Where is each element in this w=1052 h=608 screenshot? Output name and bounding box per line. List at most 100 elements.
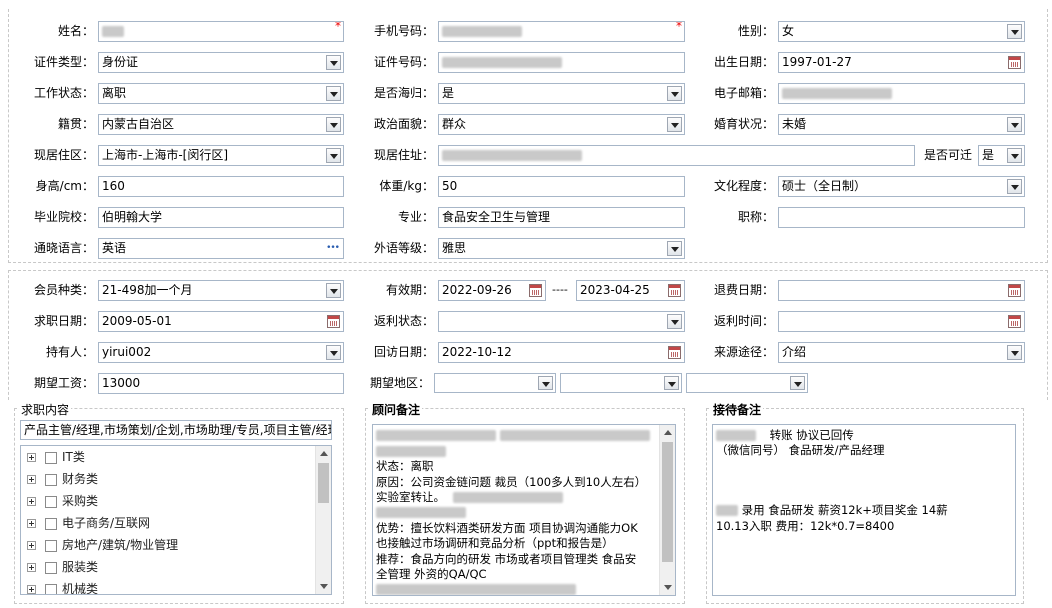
scroll-up-icon[interactable] [660, 425, 675, 440]
blurred-line [453, 490, 563, 506]
chevron-down-icon[interactable] [326, 86, 341, 101]
residence-select[interactable]: 上海市-上海市-[闵行区] [98, 145, 344, 166]
chevron-down-icon[interactable] [664, 376, 679, 390]
checkbox[interactable] [45, 561, 57, 574]
address-field[interactable] [438, 145, 915, 166]
checkbox[interactable] [45, 451, 57, 464]
scroll-down-icon[interactable] [316, 579, 331, 594]
scroll-thumb[interactable] [318, 463, 329, 503]
marital-select[interactable]: 未婚 [778, 114, 1025, 135]
job-category-tree[interactable]: IT类 财务类 采购类 电子商务/互联网 房地产/建筑/物业管理 服装类 机械类 [20, 445, 332, 595]
chevron-down-icon[interactable] [326, 283, 341, 298]
id-number-field[interactable] [438, 52, 685, 73]
holder-select[interactable]: yirui002 [98, 342, 344, 363]
checkbox[interactable] [45, 583, 57, 594]
relocate-select[interactable]: 是 [978, 145, 1025, 166]
rebate-time-label: 返利时间： [713, 314, 774, 328]
chevron-down-icon[interactable] [1007, 117, 1022, 132]
education-select[interactable]: 硕士（全日制） [778, 176, 1025, 197]
scroll-down-icon[interactable] [660, 580, 675, 595]
email-field[interactable] [778, 83, 1025, 104]
calendar-icon[interactable] [529, 284, 542, 297]
chevron-down-icon[interactable] [1007, 24, 1022, 39]
expand-icon[interactable] [27, 563, 36, 572]
salary-field[interactable]: 13000 [98, 373, 344, 394]
chevron-down-icon[interactable] [667, 241, 682, 256]
chevron-down-icon[interactable] [326, 117, 341, 132]
tree-item[interactable]: 房地产/建筑/物业管理 [27, 534, 178, 556]
chevron-down-icon[interactable] [667, 117, 682, 132]
calendar-icon[interactable] [668, 346, 681, 359]
tree-item[interactable]: 服装类 [27, 556, 98, 578]
advisor-note-textarea[interactable]: 状态：离职 原因：公司资金链问题 裁员（100多人到10人左右） 实验室转让。 … [372, 424, 676, 596]
checkbox[interactable] [45, 495, 57, 508]
scrollbar[interactable] [659, 425, 675, 595]
chevron-down-icon[interactable] [1007, 345, 1022, 360]
reception-note-textarea[interactable]: 转账 协议已回传 （微信同号） 食品研发/产品经理 录用 食品研发 薪资12k+… [712, 424, 1016, 596]
expand-icon[interactable] [27, 497, 36, 506]
major-field[interactable]: 食品安全卫生与管理 [438, 207, 685, 228]
politics-select[interactable]: 群众 [438, 114, 685, 135]
valid-to-field[interactable]: 2023-04-25 [576, 280, 685, 301]
calendar-icon[interactable] [1008, 315, 1021, 328]
region-district-select[interactable] [686, 373, 808, 393]
region-province-select[interactable] [434, 373, 556, 393]
foreign-level-select[interactable]: 雅思 [438, 238, 685, 259]
tree-item[interactable]: 财务类 [27, 468, 98, 490]
native-place-select[interactable]: 内蒙古自治区 [98, 114, 344, 135]
id-number-label: 证件号码： [373, 55, 434, 69]
chevron-down-icon[interactable] [667, 86, 682, 101]
calendar-icon[interactable] [668, 284, 681, 297]
chevron-down-icon[interactable] [326, 55, 341, 70]
member-type-select[interactable]: 21-498加一个月 [98, 280, 344, 301]
scrollbar[interactable] [315, 446, 331, 594]
checkbox[interactable] [45, 517, 57, 530]
expand-icon[interactable] [27, 585, 36, 594]
scroll-thumb[interactable] [662, 442, 673, 562]
checkbox[interactable] [45, 473, 57, 486]
rebate-status-select[interactable] [438, 311, 685, 332]
rebate-time-field[interactable] [778, 311, 1025, 332]
name-field[interactable]: * [98, 21, 344, 42]
chevron-down-icon[interactable] [1007, 179, 1022, 194]
checkbox[interactable] [45, 539, 57, 552]
chevron-down-icon[interactable] [326, 345, 341, 360]
id-type-select[interactable]: 身份证 [98, 52, 344, 73]
expand-icon[interactable] [27, 519, 36, 528]
tree-item[interactable]: 机械类 [27, 578, 98, 594]
refund-date-field[interactable] [778, 280, 1025, 301]
school-field[interactable]: 伯明翰大学 [98, 207, 344, 228]
calendar-icon[interactable] [1008, 284, 1021, 297]
mobile-field[interactable]: * [438, 21, 685, 42]
chevron-down-icon[interactable] [326, 148, 341, 163]
calendar-icon[interactable] [327, 315, 340, 328]
expand-icon[interactable] [27, 453, 36, 462]
gender-select[interactable]: 女 [778, 21, 1025, 42]
region-city-select[interactable] [560, 373, 682, 393]
height-field[interactable]: 160 [98, 176, 344, 197]
chevron-down-icon[interactable] [1007, 148, 1022, 163]
valid-from-field[interactable]: 2022-09-26 [438, 280, 546, 301]
tree-item[interactable]: 采购类 [27, 490, 98, 512]
work-status-select[interactable]: 离职 [98, 83, 344, 104]
expand-icon[interactable] [27, 541, 36, 550]
expand-icon[interactable] [27, 475, 36, 484]
calendar-icon[interactable] [1008, 56, 1021, 69]
overseas-select[interactable]: 是 [438, 83, 685, 104]
chevron-down-icon[interactable] [538, 376, 553, 390]
job-content-summary[interactable]: 产品主管/经理,市场策划/企划,市场助理/专员,项目主管/经理 [20, 420, 332, 440]
chevron-down-icon[interactable] [667, 314, 682, 329]
scroll-up-icon[interactable] [316, 446, 331, 461]
salary-label: 期望工资： [33, 376, 94, 390]
language-field[interactable]: 英语 ••• [98, 238, 344, 259]
chevron-down-icon[interactable] [790, 376, 805, 390]
more-icon[interactable]: ••• [326, 239, 340, 258]
visit-date-field[interactable]: 2022-10-12 [438, 342, 685, 363]
weight-field[interactable]: 50 [438, 176, 685, 197]
birth-date-field[interactable]: 1997-01-27 [778, 52, 1025, 73]
tree-item[interactable]: 电子商务/互联网 [27, 512, 150, 534]
tree-item[interactable]: IT类 [27, 446, 85, 468]
job-date-field[interactable]: 2009-05-01 [98, 311, 344, 332]
source-select[interactable]: 介绍 [778, 342, 1025, 363]
job-title-field[interactable] [778, 207, 1025, 228]
